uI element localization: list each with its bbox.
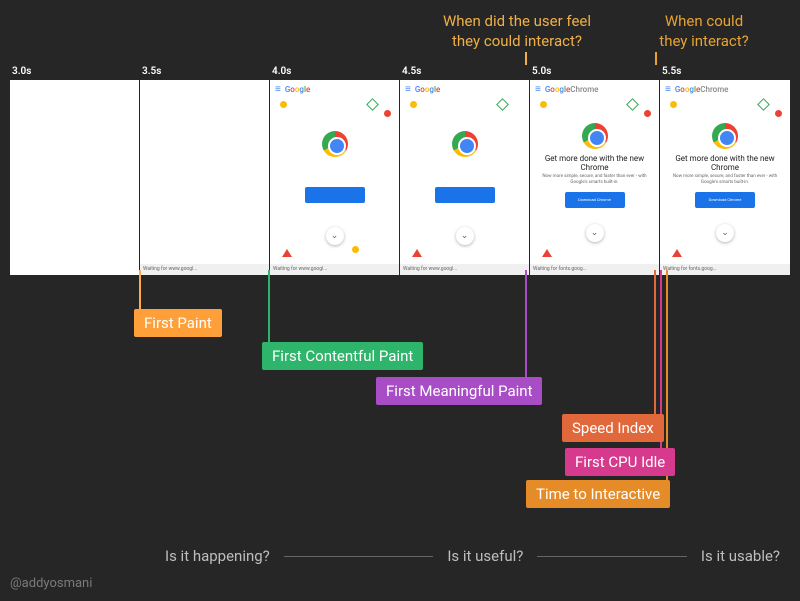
hamburger-icon: ≡ bbox=[275, 84, 281, 95]
frame-time: 4.5s bbox=[400, 63, 530, 80]
hero-headline: Get more done with the new Chrome bbox=[668, 154, 782, 172]
hero-headline: Get more done with the new Chrome bbox=[538, 154, 651, 172]
bottom-questions: Is it happening? Is it useful? Is it usa… bbox=[165, 547, 780, 565]
google-logo: Google bbox=[285, 85, 310, 94]
filmstrip-frame: 3.5s Waiting for www.googl... bbox=[140, 63, 270, 275]
metric-first-paint: First Paint bbox=[134, 309, 222, 337]
google-logo: Google bbox=[415, 85, 440, 94]
status-bar: Waiting for fonts.goog... bbox=[660, 264, 790, 275]
frame-time: 5.0s bbox=[530, 63, 660, 80]
status-bar: Waiting for www.googl... bbox=[140, 264, 269, 275]
filmstrip-frame: 5.0s ≡ Google Chrome Get more done with … bbox=[530, 63, 660, 275]
chrome-logo-icon bbox=[452, 131, 478, 157]
divider bbox=[537, 556, 687, 557]
filmstrip-frame: 5.5s ≡ Google Chrome Get more done with … bbox=[660, 63, 790, 275]
status-bar: Waiting for www.googl... bbox=[400, 264, 529, 275]
frame-screenshot bbox=[10, 80, 140, 275]
hamburger-icon: ≡ bbox=[405, 84, 411, 95]
metric-time-to-interactive: Time to Interactive bbox=[526, 480, 670, 508]
hero-subhead: Now more simple, secure, and faster than… bbox=[672, 174, 778, 186]
question-actual: When couldthey interact? bbox=[634, 12, 774, 51]
chrome-logo-icon bbox=[322, 131, 348, 157]
frame-time: 3.5s bbox=[140, 63, 270, 80]
marker-line-fmp bbox=[525, 270, 527, 380]
frame-screenshot: ≡ Google ⌄ Waiting for www.googl... bbox=[270, 80, 400, 275]
google-chrome-logo: Google Chrome bbox=[545, 85, 599, 94]
metric-speed-index: Speed Index bbox=[562, 414, 664, 442]
marker-line-fcp bbox=[268, 270, 270, 345]
frame-screenshot: ≡ Google Chrome Get more done with the n… bbox=[660, 80, 790, 275]
marker-line-si bbox=[654, 270, 656, 418]
filmstrip-frame: 4.0s ≡ Google ⌄ Waiting for www.googl... bbox=[270, 63, 400, 275]
status-bar: Waiting for www.googl... bbox=[270, 264, 399, 275]
bottom-q-happening: Is it happening? bbox=[165, 547, 270, 565]
metric-first-cpu-idle: First CPU Idle bbox=[565, 448, 675, 476]
author-handle: @addyosmani bbox=[10, 576, 92, 591]
google-chrome-logo: Google Chrome bbox=[675, 85, 729, 94]
filmstrip: 3.0s 3.5s Waiting for www.googl... 4.0s … bbox=[10, 63, 790, 275]
hero-subhead: Now more simple, secure, and faster than… bbox=[542, 174, 647, 186]
question-perceived: When did the user feelthey could interac… bbox=[412, 12, 622, 51]
frame-screenshot: ≡ Google ⌄ Waiting for www.googl... bbox=[400, 80, 530, 275]
filmstrip-frame: 3.0s bbox=[10, 63, 140, 275]
frame-screenshot: ≡ Google Chrome Get more done with the n… bbox=[530, 80, 660, 275]
bottom-q-usable: Is it usable? bbox=[701, 547, 780, 565]
download-button-placeholder bbox=[435, 187, 495, 203]
filmstrip-frame: 4.5s ≡ Google ⌄ Waiting for www.googl... bbox=[400, 63, 530, 275]
frame-screenshot: Waiting for www.googl... bbox=[140, 80, 270, 275]
marker-line-fp bbox=[139, 270, 141, 312]
download-button: Download Chrome bbox=[695, 192, 755, 208]
chrome-logo-icon bbox=[712, 123, 738, 149]
hamburger-icon: ≡ bbox=[665, 84, 671, 95]
divider bbox=[284, 556, 434, 557]
download-button-placeholder bbox=[305, 187, 365, 203]
chrome-logo-icon bbox=[582, 123, 608, 149]
hamburger-icon: ≡ bbox=[535, 84, 541, 95]
bottom-q-useful: Is it useful? bbox=[447, 547, 523, 565]
metric-first-meaningful-paint: First Meaningful Paint bbox=[376, 377, 542, 405]
frame-time: 4.0s bbox=[270, 63, 400, 80]
status-bar: Waiting for fonts.goog... bbox=[530, 264, 659, 275]
download-button: Download Chrome bbox=[565, 192, 625, 208]
frame-time: 3.0s bbox=[10, 63, 140, 80]
metric-first-contentful-paint: First Contentful Paint bbox=[262, 342, 423, 370]
frame-time: 5.5s bbox=[660, 63, 790, 80]
